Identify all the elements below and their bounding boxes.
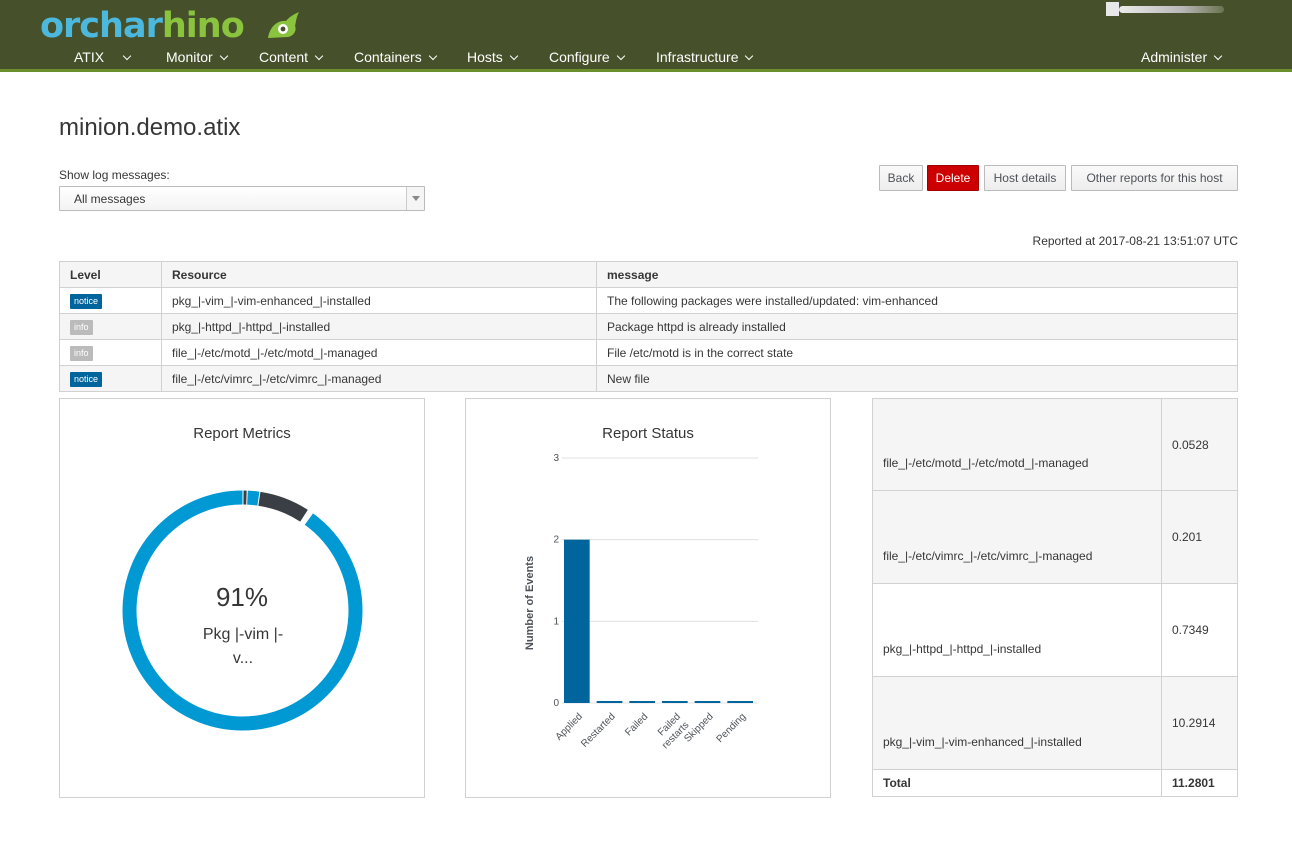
metric-name: pkg_|-vim_|-vim-enhanced_|-installed xyxy=(872,676,1162,770)
top-navbar: orcharhino ATIX Monitor Content Containe… xyxy=(0,0,1292,72)
chevron-down-icon xyxy=(428,51,437,61)
bar-skipped[interactable] xyxy=(694,701,721,703)
x-tick-label: Failed xyxy=(623,711,650,738)
y-tick-label: 3 xyxy=(553,453,559,464)
table-row: file_|-/etc/vimrc_|-/etc/vimrc_|-managed… xyxy=(872,490,1238,584)
chevron-down-icon xyxy=(745,51,754,61)
bar-restarted[interactable] xyxy=(596,701,623,703)
delete-button[interactable]: Delete xyxy=(927,165,979,191)
user-menu[interactable] xyxy=(1106,2,1224,16)
chevron-down-icon xyxy=(122,51,132,61)
table-row: info pkg_|-httpd_|-httpd_|-installed Pac… xyxy=(59,313,1238,340)
report-status-chart: 0 1 2 3 AppliedRestarted Failed Failedrestart… xyxy=(524,453,758,751)
log-table: Level Resource message notice pkg_|-vim_… xyxy=(59,261,1238,392)
metrics-total-row: Total 11.2801 xyxy=(872,769,1238,797)
log-filter-value: All messages xyxy=(74,192,146,206)
chevron-down-icon xyxy=(219,51,228,61)
x-tick-label: Failedrestarts xyxy=(652,711,692,751)
bar-applied[interactable] xyxy=(564,539,590,703)
metric-value: 0.0528 xyxy=(1161,398,1238,491)
table-row: pkg_|-httpd_|-httpd_|-installed 0.7349 xyxy=(872,583,1238,677)
nav-monitor[interactable]: Monitor xyxy=(166,48,228,66)
x-tick-label: Pending xyxy=(715,711,749,745)
caret-down-icon xyxy=(406,187,424,210)
metric-value: 0.201 xyxy=(1161,490,1238,584)
donut-percent-label: 91% xyxy=(215,582,269,612)
nav-infrastructure[interactable]: Infrastructure xyxy=(656,48,754,66)
metric-name: file_|-/etc/vimrc_|-/etc/vimrc_|-managed xyxy=(872,490,1162,584)
rhino-icon xyxy=(268,12,299,38)
message-cell: New file xyxy=(596,365,1238,392)
metric-value: 0.7349 xyxy=(1161,583,1238,677)
chevron-down-icon xyxy=(509,51,518,61)
metrics-table: file_|-/etc/motd_|-/etc/motd_|-managed 0… xyxy=(872,398,1238,797)
message-cell: Package httpd is already installed xyxy=(596,313,1238,340)
nav-administer[interactable]: Administer xyxy=(1141,48,1223,66)
resource-cell: file_|-/etc/motd_|-/etc/motd_|-managed xyxy=(161,339,597,366)
y-tick-label: 0 xyxy=(553,698,559,709)
resource-cell: pkg_|-httpd_|-httpd_|-installed xyxy=(161,313,597,340)
table-row: info file_|-/etc/motd_|-/etc/motd_|-mana… xyxy=(59,339,1238,366)
column-header-message[interactable]: message xyxy=(596,261,1238,288)
total-label: Total xyxy=(872,769,1162,797)
donut-sub-label: Pkg |-vim |- v... xyxy=(202,626,284,667)
user-avatar xyxy=(1106,2,1119,16)
report-metrics-card: Report Metrics 91% Pkg |-vim |- v... xyxy=(59,398,425,798)
back-button[interactable]: Back xyxy=(879,165,923,191)
y-tick-label: 2 xyxy=(553,535,559,546)
log-filter-label: Show log messages: xyxy=(59,168,170,182)
level-badge-notice: notice xyxy=(70,293,103,309)
nav-configure[interactable]: Configure xyxy=(549,48,625,66)
level-badge-info: info xyxy=(70,345,93,361)
metric-value: 10.2914 xyxy=(1161,676,1238,770)
metric-name: pkg_|-httpd_|-httpd_|-installed xyxy=(872,583,1162,677)
x-tick-label: Restarted xyxy=(579,711,617,749)
x-tick-label: Applied xyxy=(554,711,585,742)
y-axis-label: Number of Events xyxy=(524,556,536,650)
user-name-redacted xyxy=(1119,6,1224,13)
report-status-card: Report Status 0123 Applied Restarted Faile… xyxy=(465,398,831,798)
nav-atix[interactable]: ATIX xyxy=(74,48,132,66)
level-badge-notice: notice xyxy=(70,371,103,387)
total-value: 11.2801 xyxy=(1161,769,1238,797)
nav-content[interactable]: Content xyxy=(259,48,324,66)
bar-failed[interactable] xyxy=(629,701,655,703)
table-row: file_|-/etc/motd_|-/etc/motd_|-managed 0… xyxy=(872,398,1238,491)
orcharhino-logo[interactable]: orcharhino xyxy=(40,4,299,48)
nav-hosts[interactable]: Hosts xyxy=(467,48,518,66)
column-header-resource[interactable]: Resource xyxy=(161,261,597,288)
level-badge-info: info xyxy=(70,319,93,335)
resource-cell: file_|-/etc/vimrc_|-/etc/vimrc_|-managed xyxy=(161,365,597,392)
column-header-level[interactable]: Level xyxy=(59,261,162,288)
table-row: notice pkg_|-vim_|-vim-enhanced_|-instal… xyxy=(59,287,1238,314)
reported-timestamp: Reported at 2017-08-21 13:51:07 UTC xyxy=(1032,234,1238,248)
chevron-down-icon xyxy=(616,51,625,61)
message-cell: File /etc/motd is in the correct state xyxy=(596,339,1238,366)
chevron-down-icon xyxy=(314,51,324,61)
resource-cell: pkg_|-vim_|-vim-enhanced_|-installed xyxy=(161,287,597,314)
page-title: minion.demo.atix xyxy=(59,114,241,141)
bar-pending[interactable] xyxy=(727,701,753,703)
table-row: notice file_|-/etc/vimrc_|-/etc/vimrc_|-… xyxy=(59,365,1238,392)
log-filter-select[interactable]: All messages xyxy=(59,186,425,211)
bar-failed-restarts[interactable] xyxy=(662,701,688,703)
message-cell: The following packages were installed/up… xyxy=(596,287,1238,314)
chevron-down-icon xyxy=(1213,51,1223,61)
other-reports-button[interactable]: Other reports for this host xyxy=(1071,165,1238,191)
nav-containers[interactable]: Containers xyxy=(354,48,437,66)
metric-name: file_|-/etc/motd_|-/etc/motd_|-managed xyxy=(872,398,1162,491)
table-row: pkg_|-vim_|-vim-enhanced_|-installed 10.… xyxy=(872,676,1238,770)
host-details-button[interactable]: Host details xyxy=(984,165,1066,191)
log-table-header: Level Resource message xyxy=(59,261,1238,288)
y-tick-label: 1 xyxy=(553,616,559,627)
